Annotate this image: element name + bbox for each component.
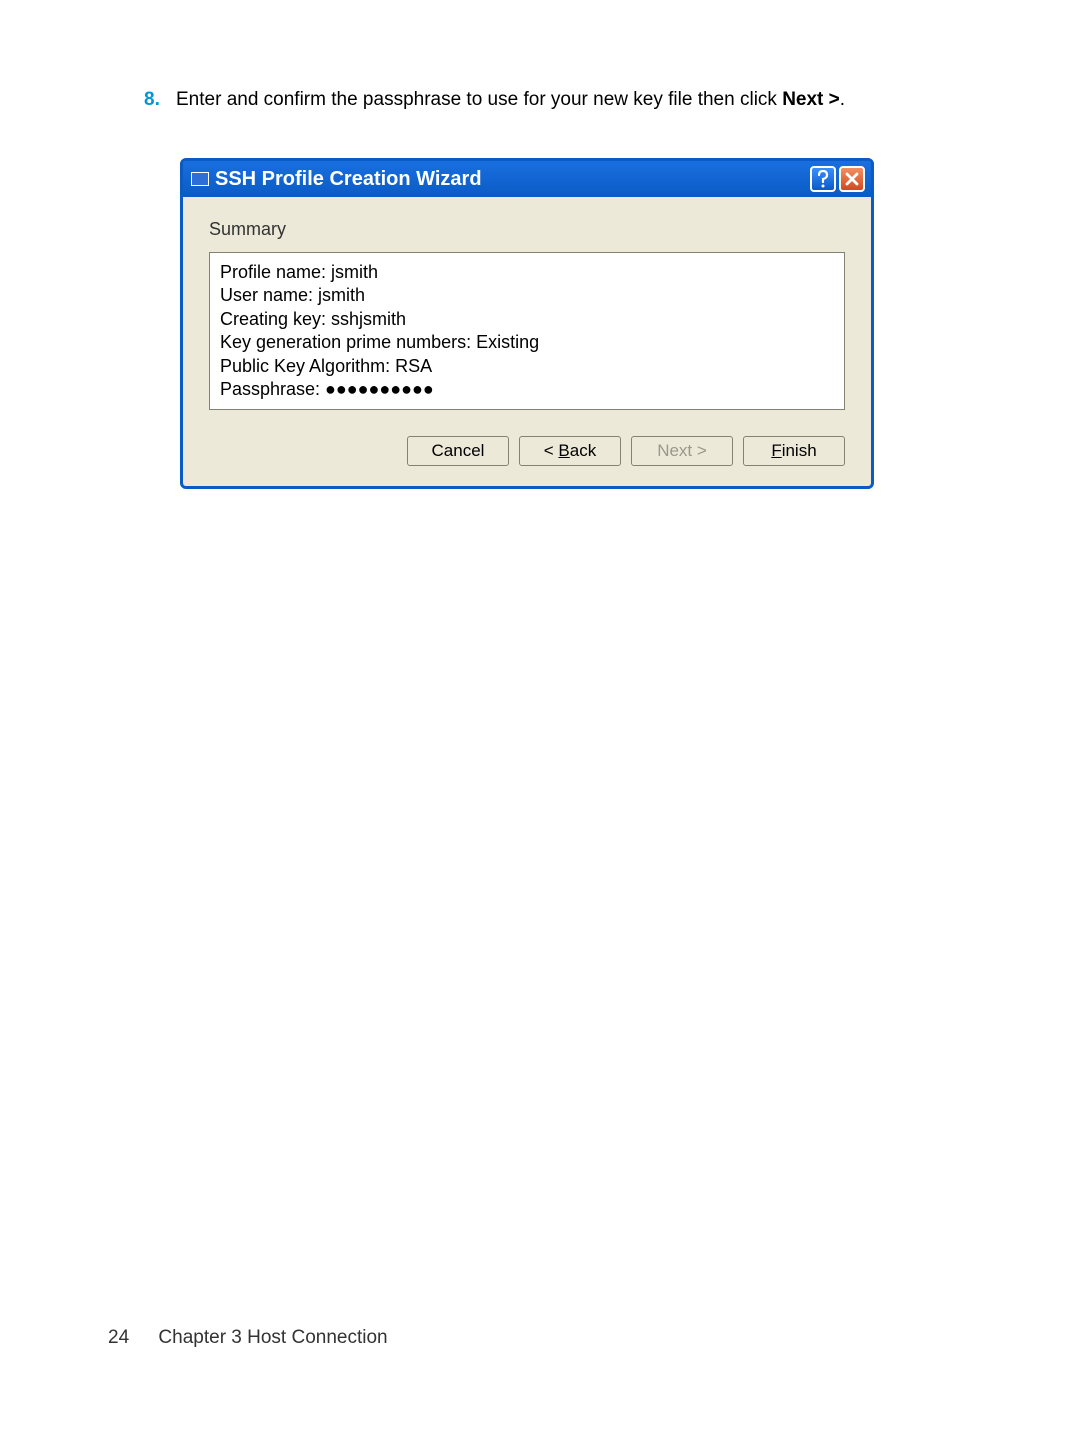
cancel-button[interactable]: Cancel xyxy=(407,436,509,466)
summary-line: Creating key: sshjsmith xyxy=(220,308,834,331)
step-text-before: Enter and confirm the passphrase to use … xyxy=(176,89,782,110)
step-text-after: . xyxy=(840,89,845,110)
back-button[interactable]: < Back xyxy=(519,436,621,466)
step-text: Enter and confirm the passphrase to use … xyxy=(176,88,964,113)
summary-line: User name: jsmith xyxy=(220,284,834,307)
help-icon xyxy=(816,170,830,188)
app-icon xyxy=(191,172,209,186)
step-text-bold: Next > xyxy=(782,89,840,110)
summary-line: Public Key Algorithm: RSA xyxy=(220,355,834,378)
dialog-title: SSH Profile Creation Wizard xyxy=(215,168,482,191)
page-footer: 24 Chapter 3 Host Connection xyxy=(108,1327,388,1349)
close-icon xyxy=(844,171,860,187)
close-button[interactable] xyxy=(839,166,865,192)
finish-button[interactable]: Finish xyxy=(743,436,845,466)
titlebar: SSH Profile Creation Wizard xyxy=(183,161,871,197)
summary-line: Key generation prime numbers: Existing xyxy=(220,331,834,354)
step-number: 8. xyxy=(144,88,160,113)
wizard-button-row: Cancel < Back Next > Finish xyxy=(209,436,845,466)
next-button[interactable]: Next > xyxy=(631,436,733,466)
instruction-step: 8. Enter and confirm the passphrase to u… xyxy=(144,88,964,113)
summary-line: Passphrase: ●●●●●●●●●● xyxy=(220,378,834,401)
ssh-profile-wizard-dialog: SSH Profile Creation Wizard Summary Prof… xyxy=(180,158,874,489)
page-number: 24 xyxy=(108,1327,129,1348)
wizard-body: Summary Profile name: jsmith User name: … xyxy=(183,197,871,486)
help-button[interactable] xyxy=(810,166,836,192)
summary-box: Profile name: jsmith User name: jsmith C… xyxy=(209,252,845,410)
summary-section-label: Summary xyxy=(209,219,845,240)
summary-line: Profile name: jsmith xyxy=(220,261,834,284)
chapter-title: Chapter 3 Host Connection xyxy=(158,1327,387,1348)
